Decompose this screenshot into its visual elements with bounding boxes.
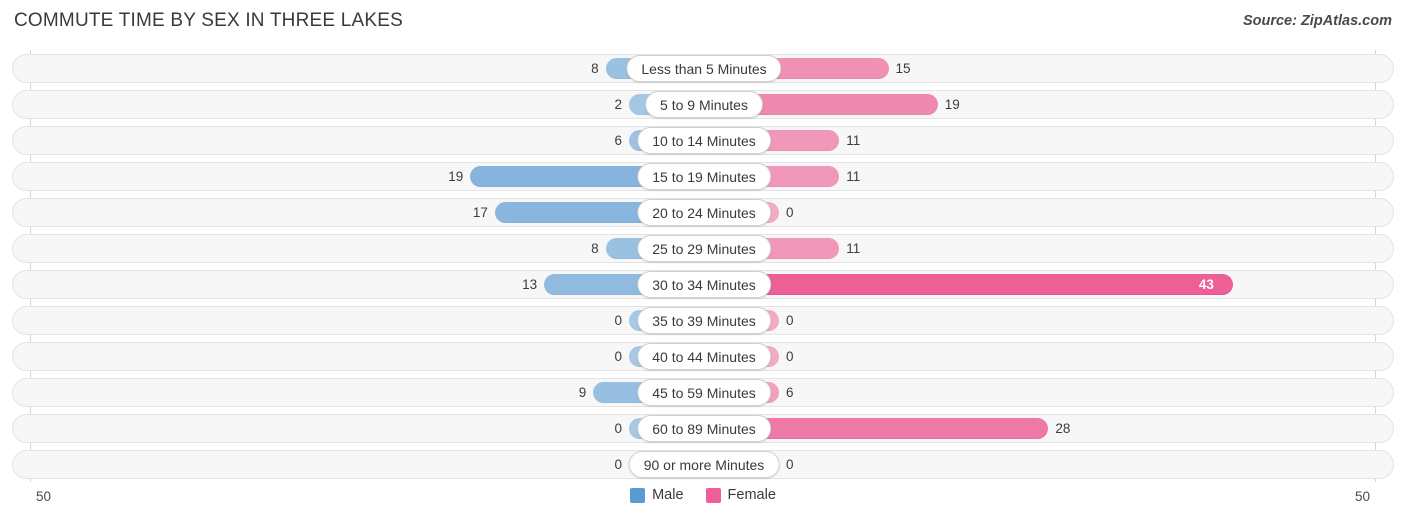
legend-item-female[interactable]: Female	[705, 487, 776, 503]
chart-row-inner: 0 0 90 or more Minutes	[13, 451, 1395, 478]
chart-row[interactable]: 17 0 20 to 24 Minutes	[12, 198, 1394, 227]
chart-row-inner: 17 0 20 to 24 Minutes	[13, 199, 1395, 226]
chart-row-inner: 9 6 45 to 59 Minutes	[13, 379, 1395, 406]
bar-value-female: 0	[786, 313, 794, 328]
bar-value-male: 8	[591, 241, 599, 256]
bar-value-male: 0	[614, 349, 622, 364]
bar-value-male: 0	[614, 421, 622, 436]
category-label[interactable]: 45 to 59 Minutes	[637, 379, 771, 406]
chart-row-inner: 19 11 15 to 19 Minutes	[13, 163, 1395, 190]
chart-row-inner: 0 28 60 to 89 Minutes	[13, 415, 1395, 442]
bar-value-male: 19	[448, 169, 464, 184]
chart-row[interactable]: 13 43 30 to 34 Minutes	[12, 270, 1394, 299]
bar-value-female: 19	[944, 97, 960, 112]
chart-row-inner: 2 19 5 to 9 Minutes	[13, 91, 1395, 118]
chart-row[interactable]: 0 0 40 to 44 Minutes	[12, 342, 1394, 371]
chart-row-inner: 8 15 Less than 5 Minutes	[13, 55, 1395, 82]
chart-row[interactable]: 8 11 25 to 29 Minutes	[12, 234, 1394, 263]
bar-value-female: 28	[1055, 421, 1071, 436]
chart-legend: Male Female	[0, 487, 1406, 503]
category-label[interactable]: Less than 5 Minutes	[626, 55, 782, 82]
bar-value-male: 13	[522, 277, 538, 292]
legend-label-male: Male	[652, 487, 684, 503]
chart-row-inner: 0 0 35 to 39 Minutes	[13, 307, 1395, 334]
category-label[interactable]: 20 to 24 Minutes	[637, 199, 771, 226]
chart-row[interactable]: 6 11 10 to 14 Minutes	[12, 126, 1394, 155]
chart-row[interactable]: 0 0 90 or more Minutes	[12, 450, 1394, 479]
bar-value-male: 2	[614, 97, 622, 112]
chart-row[interactable]: 2 19 5 to 9 Minutes	[12, 90, 1394, 119]
bar-value-female: 11	[846, 169, 861, 184]
chart-row-inner: 8 11 25 to 29 Minutes	[13, 235, 1395, 262]
source-attribution: Source: ZipAtlas.com	[1242, 13, 1392, 29]
chart-row-inner: 6 11 10 to 14 Minutes	[13, 127, 1395, 154]
bar-value-female: 11	[846, 133, 861, 148]
bar-value-female: 11	[846, 241, 861, 256]
page-title: COMMUTE TIME BY SEX IN THREE LAKES	[14, 10, 403, 31]
bar-female[interactable]	[704, 274, 1233, 295]
bar-value-male: 8	[591, 61, 599, 76]
legend-swatch-male	[630, 487, 646, 503]
chart-row[interactable]: 8 15 Less than 5 Minutes	[12, 54, 1394, 83]
category-label[interactable]: 90 or more Minutes	[628, 451, 780, 478]
bar-value-female: 15	[895, 61, 911, 76]
chart-row[interactable]: 9 6 45 to 59 Minutes	[12, 378, 1394, 407]
chart-row-inner: 0 0 40 to 44 Minutes	[13, 343, 1395, 370]
category-label[interactable]: 25 to 29 Minutes	[637, 235, 771, 262]
bar-value-female: 0	[786, 205, 794, 220]
legend-swatch-female	[705, 487, 721, 503]
category-label[interactable]: 60 to 89 Minutes	[637, 415, 771, 442]
legend-label-female: Female	[727, 487, 776, 503]
category-label[interactable]: 10 to 14 Minutes	[637, 127, 771, 154]
bar-value-female: 43	[1198, 277, 1214, 292]
bar-value-female: 0	[786, 349, 794, 364]
chart-row-inner: 13 43 30 to 34 Minutes	[13, 271, 1395, 298]
category-label[interactable]: 5 to 9 Minutes	[645, 91, 763, 118]
category-label[interactable]: 35 to 39 Minutes	[637, 307, 771, 334]
bar-value-female: 0	[786, 457, 794, 472]
category-label[interactable]: 15 to 19 Minutes	[637, 163, 771, 190]
bar-value-male: 6	[614, 133, 622, 148]
bar-value-female: 6	[786, 385, 794, 400]
category-label[interactable]: 30 to 34 Minutes	[637, 271, 771, 298]
category-label[interactable]: 40 to 44 Minutes	[637, 343, 771, 370]
bar-value-male: 0	[614, 457, 622, 472]
bar-value-male: 17	[472, 205, 488, 220]
legend-item-male[interactable]: Male	[630, 487, 684, 503]
chart-row[interactable]: 19 11 15 to 19 Minutes	[12, 162, 1394, 191]
bar-value-male: 0	[614, 313, 622, 328]
chart-row[interactable]: 0 28 60 to 89 Minutes	[12, 414, 1394, 443]
bar-value-male: 9	[578, 385, 587, 400]
chart-row[interactable]: 0 0 35 to 39 Minutes	[12, 306, 1394, 335]
diverging-bar-chart: 8 15 Less than 5 Minutes 2 19 5 to 9 Minutes 6…	[0, 50, 1406, 486]
